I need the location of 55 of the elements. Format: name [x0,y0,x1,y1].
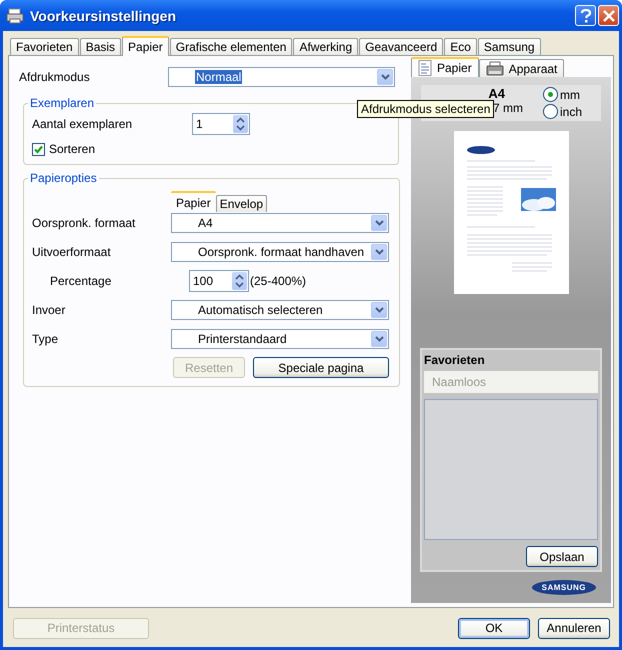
spin-arrows-icon [232,272,247,290]
printer-icon [6,8,24,24]
tab[interactable]: Papier [171,191,216,212]
spin-arrows-icon [233,115,248,133]
window-title: Voorkeursinstellingen [30,8,177,24]
group-title: Papieropties [29,171,98,185]
tab[interactable]: Eco [444,38,477,55]
radio-label: inch [560,104,582,118]
radio-button[interactable] [543,104,558,119]
range-hint: (25-400%) [250,274,306,288]
spin-field[interactable]: 100 [189,270,249,292]
radio-label: mm [560,88,580,102]
checkbox[interactable] [32,142,45,156]
dialog-button[interactable]: Annuleren [538,618,610,638]
tab[interactable]: Grafische elementen [170,38,292,55]
tab[interactable]: Apparaat [478,59,564,77]
logo: SAMSUNG [532,580,596,595]
field-label: Type [32,332,60,346]
help-button[interactable] [575,5,596,26]
field-label: Percentage [49,274,112,288]
push-button[interactable]: Speciale pagina [253,357,389,378]
close-button[interactable] [598,5,619,26]
paper-dimensions: 7 mm [493,101,523,115]
tab[interactable]: Envelop [216,195,268,212]
question-mark-icon [580,8,592,22]
printer-icon [486,60,504,76]
tab[interactable]: Favorieten [10,38,79,55]
name-field[interactable]: Naamloos [424,371,598,393]
tooltip: Afdrukmodus selecteren [357,100,494,118]
tab[interactable]: Papier [411,57,479,77]
dropdown[interactable]: Normaal [168,67,395,87]
group-title: Exemplaren [29,96,96,110]
field-label: Oorspronk. formaat [32,216,136,230]
panel-title: Favorieten [424,353,486,369]
paper-size: A4 [488,87,505,101]
field-label: Invoer [32,303,66,317]
field-label: Afdrukmodus [19,70,91,84]
tab[interactable]: Papier [122,36,169,56]
dropdown[interactable]: Oorspronk. formaat handhaven [171,242,389,262]
spin-field[interactable]: 1 [192,113,250,135]
tab[interactable]: Samsung [478,38,541,55]
dialog-button[interactable]: OK [458,618,530,638]
document-icon [418,60,432,76]
checkbox-label: Sorteren [49,142,96,156]
dropdown[interactable]: Automatisch selecteren [171,300,389,320]
save-button[interactable]: Opslaan [526,546,598,567]
dropdown[interactable]: A4 [171,213,389,233]
field-label: Uitvoerformaat [32,245,112,259]
close-icon [602,10,614,22]
dropdown[interactable]: Printerstandaard [171,329,389,349]
tab[interactable]: Afwerking [293,38,358,55]
field-label: Aantal exemplaren [32,117,134,131]
radio-button[interactable] [543,87,558,102]
tab[interactable]: Geavanceerd [359,38,444,55]
tab[interactable]: Basis [80,38,122,55]
